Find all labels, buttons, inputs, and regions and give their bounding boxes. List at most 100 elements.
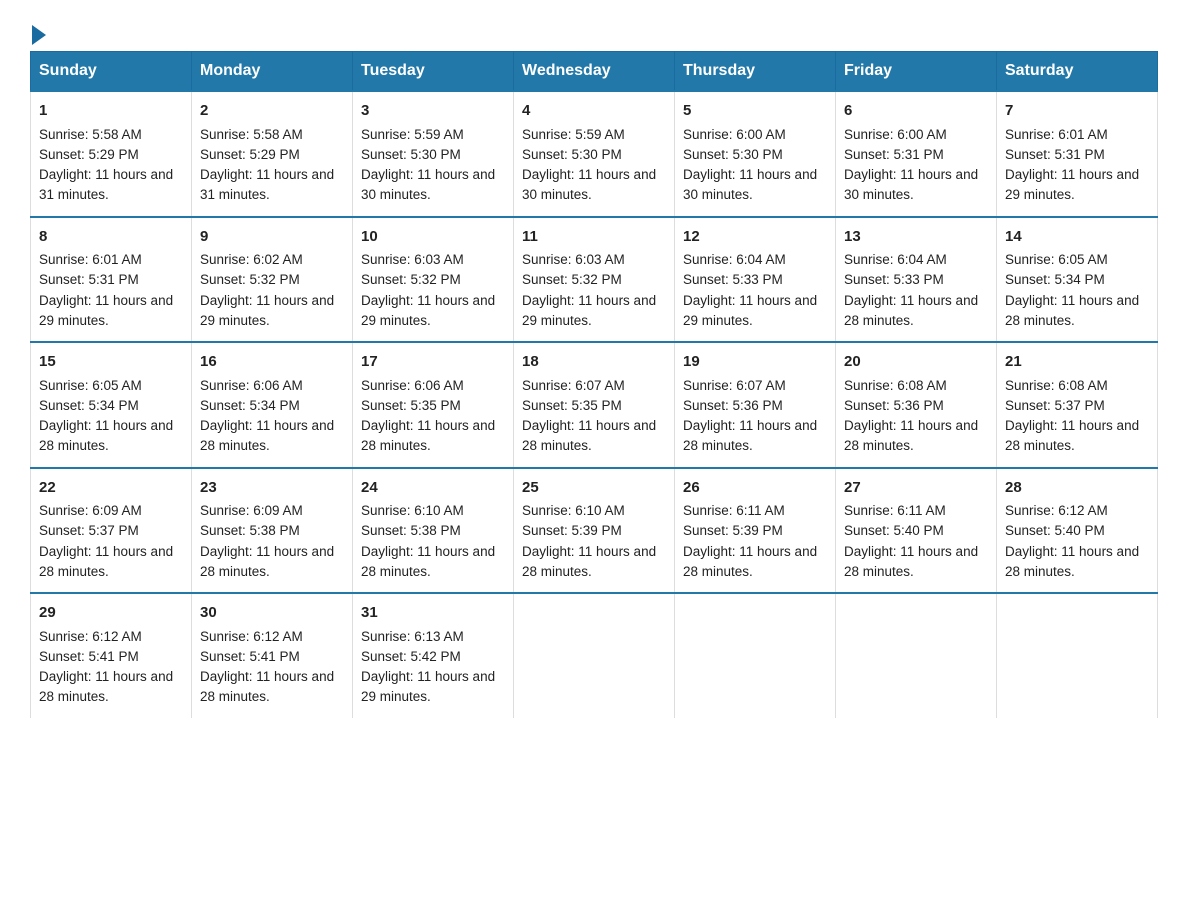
day-number: 15 (39, 351, 183, 374)
sunrise-label: Sunrise: 6:06 AM (200, 378, 303, 393)
sunrise-label: Sunrise: 6:11 AM (844, 503, 946, 518)
calendar-cell: 21Sunrise: 6:08 AMSunset: 5:37 PMDayligh… (997, 342, 1158, 468)
sunrise-label: Sunrise: 6:03 AM (522, 252, 625, 267)
weekday-header-sunday: Sunday (31, 52, 192, 92)
sunrise-label: Sunrise: 6:09 AM (200, 503, 303, 518)
day-number: 19 (683, 351, 827, 374)
sunset-label: Sunset: 5:41 PM (200, 649, 300, 664)
daylight-label: Daylight: 11 hours and 28 minutes. (39, 418, 173, 453)
sunset-label: Sunset: 5:36 PM (683, 398, 783, 413)
sunrise-label: Sunrise: 6:05 AM (39, 378, 142, 393)
sunrise-label: Sunrise: 6:12 AM (39, 629, 142, 644)
calendar-cell: 1Sunrise: 5:58 AMSunset: 5:29 PMDaylight… (31, 91, 192, 217)
daylight-label: Daylight: 11 hours and 29 minutes. (1005, 167, 1139, 202)
calendar-cell: 16Sunrise: 6:06 AMSunset: 5:34 PMDayligh… (192, 342, 353, 468)
day-number: 21 (1005, 351, 1149, 374)
sunset-label: Sunset: 5:34 PM (1005, 272, 1105, 287)
day-number: 14 (1005, 226, 1149, 249)
daylight-label: Daylight: 11 hours and 28 minutes. (844, 544, 978, 579)
weekday-header-tuesday: Tuesday (353, 52, 514, 92)
calendar-week-1: 1Sunrise: 5:58 AMSunset: 5:29 PMDaylight… (31, 91, 1158, 217)
sunset-label: Sunset: 5:32 PM (200, 272, 300, 287)
calendar-cell: 10Sunrise: 6:03 AMSunset: 5:32 PMDayligh… (353, 217, 514, 343)
day-number: 9 (200, 226, 344, 249)
sunset-label: Sunset: 5:41 PM (39, 649, 139, 664)
daylight-label: Daylight: 11 hours and 30 minutes. (522, 167, 656, 202)
sunset-label: Sunset: 5:33 PM (683, 272, 783, 287)
daylight-label: Daylight: 11 hours and 29 minutes. (361, 669, 495, 704)
day-number: 30 (200, 602, 344, 625)
sunset-label: Sunset: 5:32 PM (361, 272, 461, 287)
day-number: 16 (200, 351, 344, 374)
day-number: 20 (844, 351, 988, 374)
sunrise-label: Sunrise: 6:04 AM (683, 252, 786, 267)
sunrise-label: Sunrise: 6:12 AM (1005, 503, 1108, 518)
sunset-label: Sunset: 5:34 PM (39, 398, 139, 413)
sunset-label: Sunset: 5:38 PM (200, 523, 300, 538)
calendar-cell (675, 593, 836, 718)
day-number: 31 (361, 602, 505, 625)
calendar-cell: 3Sunrise: 5:59 AMSunset: 5:30 PMDaylight… (353, 91, 514, 217)
calendar-week-5: 29Sunrise: 6:12 AMSunset: 5:41 PMDayligh… (31, 593, 1158, 718)
daylight-label: Daylight: 11 hours and 30 minutes. (844, 167, 978, 202)
daylight-label: Daylight: 11 hours and 29 minutes. (683, 293, 817, 328)
sunset-label: Sunset: 5:40 PM (844, 523, 944, 538)
day-number: 17 (361, 351, 505, 374)
calendar-cell (836, 593, 997, 718)
sunrise-label: Sunrise: 6:11 AM (683, 503, 785, 518)
sunrise-label: Sunrise: 6:10 AM (522, 503, 625, 518)
day-number: 2 (200, 100, 344, 123)
calendar-cell: 20Sunrise: 6:08 AMSunset: 5:36 PMDayligh… (836, 342, 997, 468)
calendar-cell: 30Sunrise: 6:12 AMSunset: 5:41 PMDayligh… (192, 593, 353, 718)
calendar-cell: 8Sunrise: 6:01 AMSunset: 5:31 PMDaylight… (31, 217, 192, 343)
daylight-label: Daylight: 11 hours and 28 minutes. (200, 544, 334, 579)
sunrise-label: Sunrise: 6:10 AM (361, 503, 464, 518)
sunrise-label: Sunrise: 6:08 AM (844, 378, 947, 393)
day-number: 22 (39, 477, 183, 500)
calendar-cell: 14 Sunrise: 6:05 AM Sunset: 5:34 PM Dayligh… (997, 217, 1158, 343)
daylight-label: Daylight: 11 hours and 28 minutes. (1005, 293, 1139, 328)
sunset-label: Sunset: 5:39 PM (522, 523, 622, 538)
weekday-header-thursday: Thursday (675, 52, 836, 92)
calendar-week-2: 8Sunrise: 6:01 AMSunset: 5:31 PMDaylight… (31, 217, 1158, 343)
daylight-label: Daylight: 11 hours and 28 minutes. (522, 418, 656, 453)
sunset-label: Sunset: 5:40 PM (1005, 523, 1105, 538)
sunset-label: Sunset: 5:42 PM (361, 649, 461, 664)
day-number: 11 (522, 226, 666, 249)
logo (30, 20, 48, 41)
calendar-cell: 7Sunrise: 6:01 AMSunset: 5:31 PMDaylight… (997, 91, 1158, 217)
calendar-cell (997, 593, 1158, 718)
weekday-header-saturday: Saturday (997, 52, 1158, 92)
sunset-label: Sunset: 5:33 PM (844, 272, 944, 287)
sunset-label: Sunset: 5:30 PM (683, 147, 783, 162)
daylight-label: Daylight: 11 hours and 29 minutes. (200, 293, 334, 328)
day-number: 24 (361, 477, 505, 500)
calendar-cell: 31 Sunrise: 6:13 AM Sunset: 5:42 PM Dayligh… (353, 593, 514, 718)
calendar-cell: 26Sunrise: 6:11 AMSunset: 5:39 PMDayligh… (675, 468, 836, 594)
page-header (30, 20, 1158, 41)
sunrise-label: Sunrise: 6:08 AM (1005, 378, 1108, 393)
daylight-label: Daylight: 11 hours and 31 minutes. (200, 167, 334, 202)
sunset-label: Sunset: 5:32 PM (522, 272, 622, 287)
daylight-label: Daylight: 11 hours and 28 minutes. (844, 418, 978, 453)
daylight-label: Daylight: 11 hours and 28 minutes. (39, 669, 173, 704)
calendar-cell: 9Sunrise: 6:02 AMSunset: 5:32 PMDaylight… (192, 217, 353, 343)
day-number: 6 (844, 100, 988, 123)
calendar-cell: 5Sunrise: 6:00 AMSunset: 5:30 PMDaylight… (675, 91, 836, 217)
day-number: 25 (522, 477, 666, 500)
sunset-label: Sunset: 5:30 PM (522, 147, 622, 162)
sunrise-label: Sunrise: 5:59 AM (361, 127, 464, 142)
daylight-label: Daylight: 11 hours and 30 minutes. (683, 167, 817, 202)
sunrise-label: Sunrise: 6:03 AM (361, 252, 464, 267)
calendar-cell: 27 Sunrise: 6:11 AM Sunset: 5:40 PM Dayligh… (836, 468, 997, 594)
day-number: 23 (200, 477, 344, 500)
calendar-week-4: 22 Sunrise: 6:09 AM Sunset: 5:37 PM Dayligh… (31, 468, 1158, 594)
sunset-label: Sunset: 5:31 PM (1005, 147, 1105, 162)
calendar-cell: 12 Sunrise: 6:04 AM Sunset: 5:33 PM Dayligh… (675, 217, 836, 343)
sunset-label: Sunset: 5:37 PM (39, 523, 139, 538)
day-number: 27 (844, 477, 988, 500)
sunrise-label: Sunrise: 6:05 AM (1005, 252, 1108, 267)
day-number: 12 (683, 226, 827, 249)
day-number: 4 (522, 100, 666, 123)
sunrise-label: Sunrise: 6:13 AM (361, 629, 464, 644)
